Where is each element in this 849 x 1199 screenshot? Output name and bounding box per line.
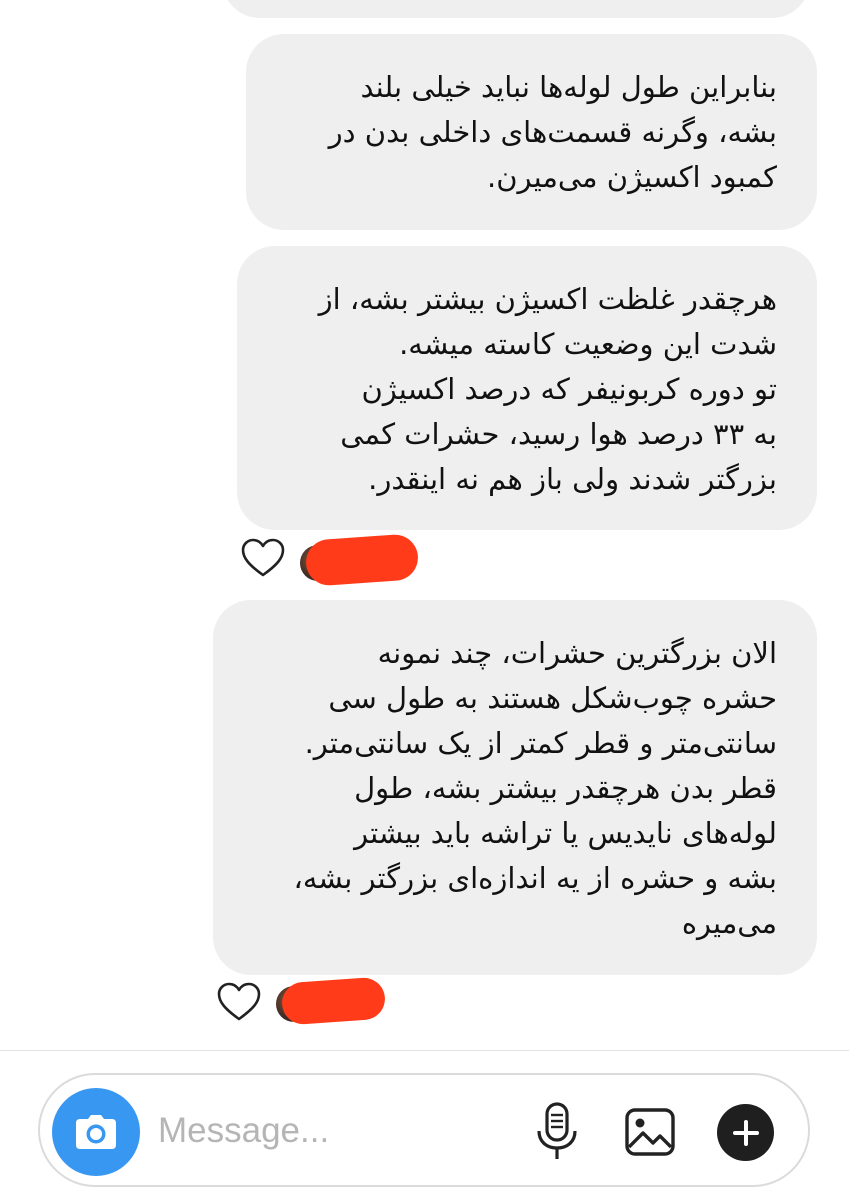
microphone-button[interactable] [534,1101,580,1163]
heart-outline-icon[interactable] [216,982,262,1022]
add-button[interactable] [717,1104,774,1161]
camera-icon [76,1115,116,1149]
message-bubble[interactable]: بنابراین طول لوله‌ها نباید خیلی بلند بشه… [246,34,817,230]
gallery-button[interactable] [624,1107,676,1157]
plus-circle-icon [732,1119,759,1146]
redaction-mark [304,533,420,587]
heart-outline-icon[interactable] [240,538,286,578]
composer-divider [0,1050,849,1051]
redaction-mark [280,976,387,1026]
camera-button[interactable] [52,1088,140,1176]
message-bubble[interactable]: الان بزرگترین حشرات، چند نمونه حشره چوب‌… [213,600,817,975]
message-thread[interactable]: بنابراین طول لوله‌ها نباید خیلی بلند بشه… [0,0,849,1050]
image-gallery-icon [625,1108,675,1156]
message-bubble[interactable] [222,0,810,18]
microphone-icon [537,1102,577,1159]
message-bubble[interactable]: هرچقدر غلظت اکسیژن بیشتر بشه، از شدت این… [237,246,817,530]
message-composer [38,1073,810,1187]
message-input[interactable] [158,1105,498,1157]
